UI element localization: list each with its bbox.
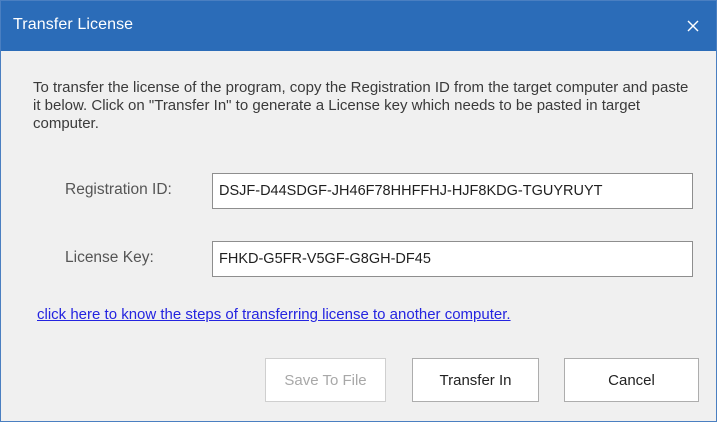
close-button[interactable] — [670, 1, 716, 51]
transfer-license-dialog: Transfer License To transfer the license… — [0, 0, 717, 422]
save-to-file-button[interactable]: Save To File — [265, 358, 386, 402]
window-title: Transfer License — [13, 16, 134, 33]
license-key-label: License Key: — [65, 249, 154, 266]
license-key-field[interactable] — [212, 241, 693, 277]
registration-id-label: Registration ID: — [65, 181, 172, 198]
title-bar[interactable]: Transfer License — [1, 1, 716, 51]
close-icon — [687, 20, 699, 32]
cancel-button[interactable]: Cancel — [564, 358, 699, 402]
instructions-text: To transfer the license of the program, … — [33, 79, 689, 132]
registration-id-field[interactable] — [212, 173, 693, 209]
transfer-help-link[interactable]: click here to know the steps of transfer… — [37, 306, 511, 323]
transfer-in-button[interactable]: Transfer In — [412, 358, 539, 402]
